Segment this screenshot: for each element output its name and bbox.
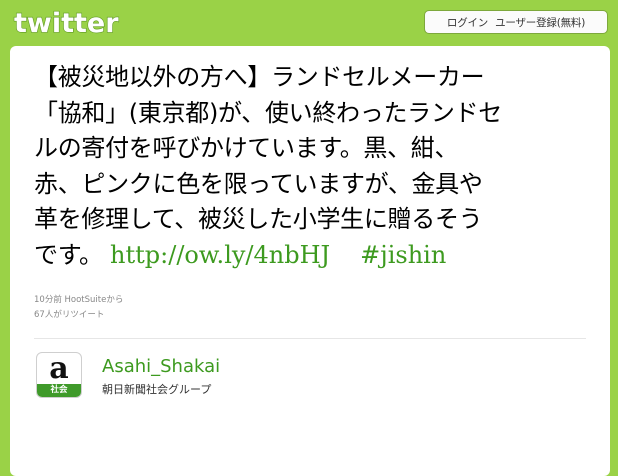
author-fullname: 朝日新聞社会グループ xyxy=(102,383,212,396)
signup-link[interactable]: ユーザー登録(無料) xyxy=(495,15,585,30)
avatar[interactable]: a 社会 xyxy=(36,352,82,398)
twitter-logo[interactable]: twitter xyxy=(12,4,130,40)
tweet-line: 【被災地以外の方へ】ランドセルメーカー xyxy=(34,63,485,91)
tweet-line-last: です。 http://ow.ly/4nbHJ #jishin xyxy=(34,238,594,274)
tweet-link[interactable]: http://ow.ly/4nbHJ xyxy=(110,241,330,269)
hashtag-link[interactable]: #jishin xyxy=(360,241,446,269)
tweet-line: 赤、ピンクに色を限っていますが、金具や xyxy=(34,169,483,198)
avatar-letter: a xyxy=(49,352,69,386)
tweet-line-prefix: です。 xyxy=(34,240,103,269)
retweet-count[interactable]: 67人がリツイート xyxy=(34,308,104,320)
login-link[interactable]: ログイン xyxy=(447,15,488,30)
tweet-line: 「協和」(東京都)が、使い終わったランドセ xyxy=(34,98,502,127)
tweet-timestamp[interactable]: 10分前 HootSuiteから xyxy=(34,293,123,305)
username-link[interactable]: Asahi_Shakai xyxy=(102,356,220,377)
auth-links: ログイン ユーザー登録(無料) xyxy=(424,10,608,34)
logo-text: twitter xyxy=(14,8,119,39)
divider xyxy=(34,338,586,339)
tweet-text: 【被災地以外の方へ】ランドセルメーカー 「協和」(東京都)が、使い終わったランド… xyxy=(34,60,594,273)
tweet-line: ルの寄付を呼びかけています。黒、紺、 xyxy=(34,134,459,162)
avatar-label: 社会 xyxy=(37,384,81,397)
tweet-card: 【被災地以外の方へ】ランドセルメーカー 「協和」(東京都)が、使い終わったランド… xyxy=(10,46,610,476)
tweet-line: 革を修理して、被災した小学生に贈るそう xyxy=(34,205,483,233)
